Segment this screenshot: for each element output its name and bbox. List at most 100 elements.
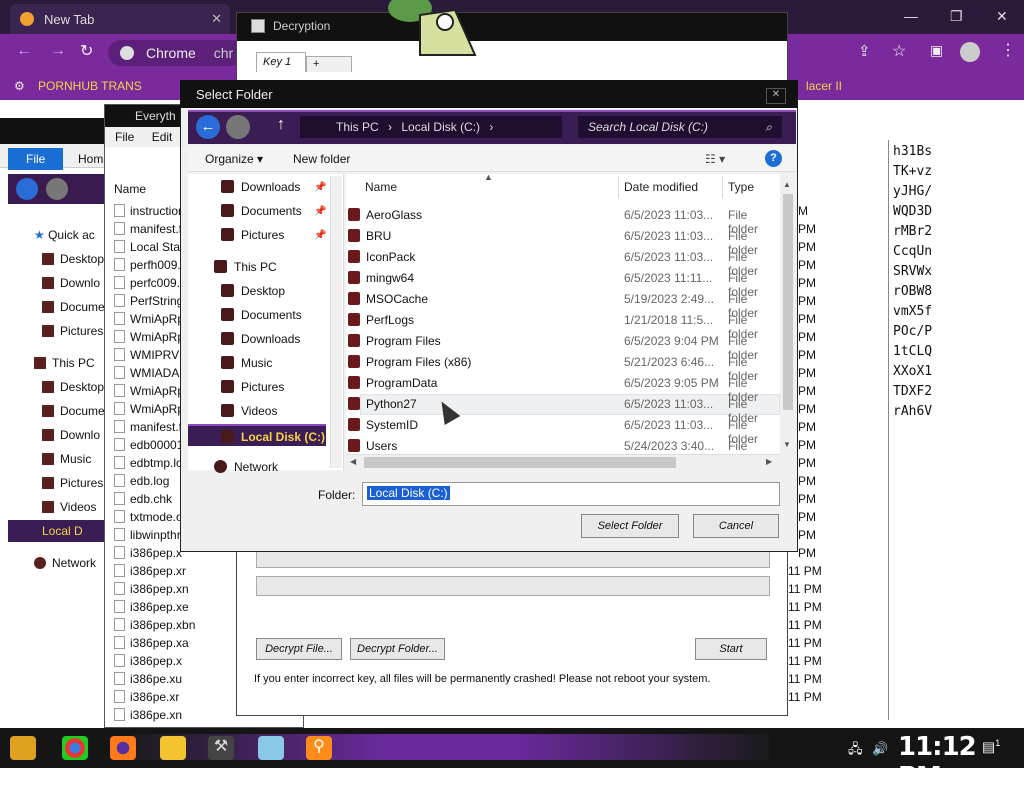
share-icon[interactable]: ⇪	[858, 42, 871, 60]
cancel-button[interactable]: Cancel	[693, 514, 779, 538]
list-item[interactable]: i386pe.xn	[114, 708, 182, 722]
nav-videos[interactable]: Videos	[42, 500, 96, 514]
list-item[interactable]: i386pe.xr	[114, 690, 179, 704]
list-item[interactable]: perfh009.d	[114, 258, 187, 272]
table-row[interactable]: IconPack 6/5/2023 11:03... File folder	[348, 247, 778, 278]
list-item[interactable]: i386pep.xe	[114, 600, 189, 614]
list-item[interactable]: perfc009.d	[114, 276, 187, 290]
chrome-omnibox[interactable]: Chrome chr	[108, 40, 248, 66]
maximize-button[interactable]: ❐	[950, 8, 963, 25]
table-row[interactable]: MSOCache 5/19/2023 2:49... File folder	[348, 289, 778, 320]
list-horizontal-scrollbar[interactable]: ◀ ▶	[346, 454, 780, 470]
dialog-nav-downloads[interactable]: Downloads	[221, 180, 300, 194]
close-button[interactable]: ✕	[996, 8, 1008, 25]
decrypt-file-button[interactable]: Decrypt File...	[256, 638, 342, 660]
app-icon[interactable]	[258, 736, 284, 760]
column-divider[interactable]	[618, 176, 619, 198]
close-icon[interactable]: ✕	[211, 11, 222, 27]
help-button[interactable]: ?	[765, 150, 782, 167]
ribbon-home-tab[interactable]: Hom	[78, 152, 103, 166]
file-explorer-icon[interactable]	[160, 736, 186, 760]
nav-this-pc[interactable]: This PC	[34, 356, 95, 370]
dialog-nav-this-pc[interactable]: This PC	[214, 260, 277, 274]
list-item[interactable]: edb.log	[114, 474, 169, 488]
table-row[interactable]: ProgramData 6/5/2023 9:05 PM File folder	[348, 373, 778, 404]
forward-arrow-icon[interactable]	[226, 115, 250, 139]
ribbon-file-tab[interactable]: File	[8, 148, 63, 170]
dialog-nav-pc-pictures[interactable]: Pictures	[221, 380, 284, 394]
menu-edit[interactable]: Edit	[152, 130, 173, 144]
list-item[interactable]: i386pep.xa	[114, 636, 189, 650]
list-item[interactable]: WmiApRpl.	[114, 330, 190, 344]
breadcrumb[interactable]: This PC › Local Disk (C:) ›	[300, 116, 562, 138]
nav-desktop[interactable]: Desktop	[42, 252, 104, 266]
list-item[interactable]: edb00001	[114, 438, 183, 452]
nav-downloads[interactable]: Downlo	[42, 276, 100, 290]
dialog-nav-videos[interactable]: Videos	[221, 404, 277, 418]
list-item[interactable]: libwinpthre	[114, 528, 187, 542]
forward-arrow-icon[interactable]: →	[50, 42, 66, 60]
table-row[interactable]: Python27 6/5/2023 11:03... File folder	[348, 394, 778, 425]
back-arrow-icon[interactable]	[16, 178, 38, 200]
scroll-thumb[interactable]	[783, 194, 793, 410]
list-item[interactable]: WmiApRpl.	[114, 312, 190, 326]
breadcrumb-this-pc[interactable]: This PC	[336, 120, 379, 134]
start-button-icon[interactable]	[10, 736, 36, 760]
nav-pc-pictures[interactable]: Pictures	[42, 476, 103, 490]
column-header-name[interactable]: Name	[365, 180, 397, 194]
nav-pc-desktop[interactable]: Desktop	[42, 380, 104, 394]
column-divider[interactable]	[722, 176, 723, 198]
list-item[interactable]: i386pep.xr	[114, 564, 186, 578]
column-header-date[interactable]: Date modified	[624, 180, 698, 194]
list-item[interactable]: edbtmp.log	[114, 456, 189, 470]
new-folder-button[interactable]: New folder	[293, 152, 350, 166]
volume-icon[interactable]: 🔊	[872, 741, 888, 756]
back-arrow-icon[interactable]: ←	[16, 42, 32, 60]
tools-icon[interactable]: ⚒	[208, 736, 234, 760]
firefox-icon[interactable]	[110, 736, 136, 760]
list-item[interactable]: txtmode.o	[114, 510, 183, 524]
list-vertical-scrollbar[interactable]: ▲ ▼	[780, 176, 796, 452]
column-header-name[interactable]: Name	[114, 182, 146, 196]
tab-key-1[interactable]: Key 1	[256, 52, 306, 72]
scroll-down-icon[interactable]: ▼	[783, 440, 791, 449]
nav-pc-documents[interactable]: Docume	[42, 404, 105, 418]
nav-music[interactable]: Music	[42, 452, 91, 466]
nav-documents[interactable]: Docume	[42, 300, 105, 314]
nav-pc-downloads[interactable]: Downlo	[42, 428, 100, 442]
folder-input[interactable]: Local Disk (C:)	[362, 482, 780, 506]
system-tray[interactable]: 🖧 🔊	[848, 740, 888, 762]
organize-button[interactable]: Organize ▾	[205, 152, 263, 166]
decrypt-folder-button[interactable]: Decrypt Folder...	[350, 638, 445, 660]
scroll-right-icon[interactable]: ▶	[766, 457, 772, 466]
nav-pictures[interactable]: Pictures	[42, 324, 103, 338]
tab-add[interactable]: +	[306, 56, 352, 72]
dialog-nav-local-disk[interactable]: Local Disk (C:)	[221, 430, 325, 444]
list-item[interactable]: WmiApRpl.	[114, 402, 190, 416]
dialog-nav-network[interactable]: Network	[214, 460, 278, 474]
bookmark-pornhub-trans[interactable]: PORNHUB TRANS	[38, 79, 142, 93]
up-arrow-icon[interactable]: ↑	[277, 116, 295, 136]
dialog-nav-pictures[interactable]: Pictures	[221, 228, 284, 242]
dialog-nav-documents[interactable]: Documents	[221, 204, 302, 218]
list-item[interactable]: i386pep.xbn	[114, 618, 195, 632]
list-item[interactable]: manifest.fi	[114, 222, 185, 236]
side-panel-icon[interactable]: ▣	[930, 42, 943, 59]
view-options-icon[interactable]: ☷ ▾	[705, 152, 725, 166]
nav-scrollbar[interactable]	[330, 176, 342, 468]
list-item[interactable]: WMIADAP.	[114, 366, 189, 380]
scroll-left-icon[interactable]: ◀	[350, 457, 356, 466]
list-item[interactable]: i386pep.x	[114, 654, 182, 668]
search-input[interactable]: Search Local Disk (C:) ⌕	[578, 116, 782, 138]
nav-network[interactable]: Network	[34, 556, 96, 570]
list-item[interactable]: Local State	[114, 240, 190, 254]
table-row[interactable]: Program Files (x86) 5/21/2023 6:46... File…	[348, 352, 778, 383]
table-row[interactable]: SystemID 6/5/2023 11:03... File folder	[348, 415, 778, 446]
forward-arrow-icon[interactable]	[46, 178, 68, 200]
column-header-type[interactable]: Type	[728, 180, 754, 194]
table-row[interactable]: Program Files 6/5/2023 9:04 PM File folder	[348, 331, 778, 362]
chrome-tab-new-tab[interactable]: New Tab ✕	[10, 4, 230, 34]
table-row[interactable]: PerfLogs 1/21/2018 11:5... File folder	[348, 310, 778, 341]
reload-icon[interactable]: ↻	[80, 41, 93, 61]
dialog-nav-pc-downloads[interactable]: Downloads	[221, 332, 300, 346]
